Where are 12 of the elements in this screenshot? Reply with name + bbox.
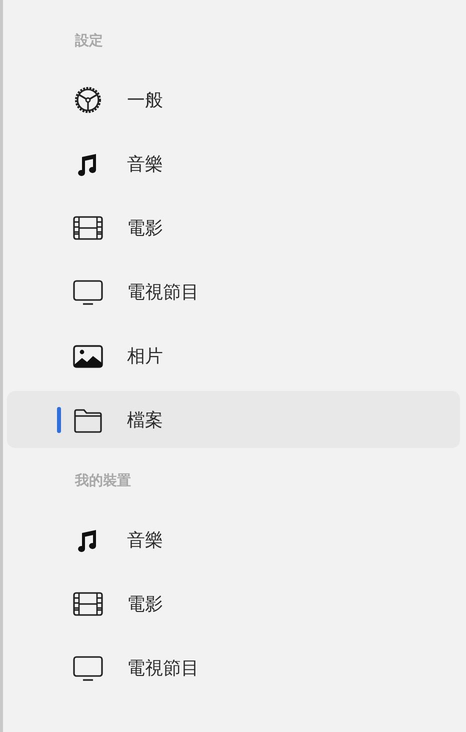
sidebar-item[interactable]: 檔案 (7, 391, 460, 448)
section-header: 我的裝置 (75, 472, 131, 491)
sidebar-item[interactable]: 一般 (7, 71, 460, 128)
sidebar-item[interactable]: 電影 (7, 199, 460, 256)
sidebar-item[interactable]: 相片 (7, 327, 460, 384)
sidebar-item[interactable]: 電視節目 (7, 263, 460, 320)
sidebar-item[interactable]: 電影 (7, 575, 460, 632)
section-header: 設定 (75, 32, 103, 51)
sidebar-item[interactable]: 電視節目 (7, 639, 460, 696)
sidebar-item[interactable]: 音樂 (7, 135, 460, 192)
sidebar-item[interactable]: 音樂 (7, 511, 460, 568)
selection-indicator (57, 407, 61, 433)
